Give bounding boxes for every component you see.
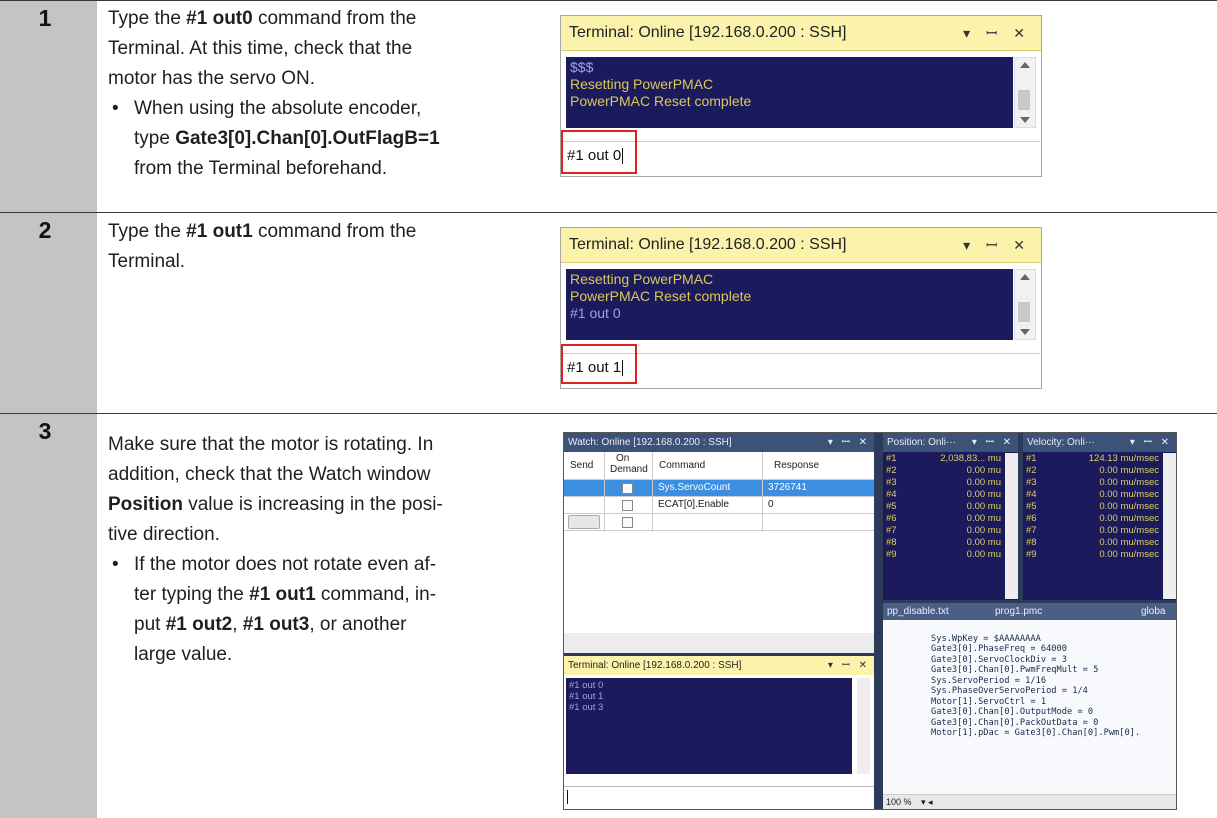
bullet-icon: •	[112, 554, 119, 575]
highlight-box	[561, 344, 637, 384]
bullet-item: • When using the absolute encoder, type …	[108, 94, 548, 184]
tab-global[interactable]: globa	[1141, 603, 1165, 620]
zoom-dropdown-icon[interactable]: ▾ ◂	[921, 795, 933, 809]
scroll-thumb[interactable]	[1018, 302, 1030, 322]
step-number-cell-2: 2	[0, 213, 97, 413]
top-rule	[0, 0, 1217, 1]
scroll-up-icon[interactable]	[1020, 274, 1030, 280]
zoom-level[interactable]: 100 %	[886, 795, 912, 809]
highlight-box	[561, 130, 637, 174]
bullet-icon: •	[112, 98, 119, 119]
terminal-output: Resetting PowerPMAC PowerPMAC Reset comp…	[566, 269, 1013, 340]
list-item: #6 0.00 mu	[886, 513, 1001, 524]
list-item: #4 0.00 mu	[886, 489, 1001, 500]
list-item: #3 0.00 mu	[886, 477, 1001, 488]
table-row[interactable]	[564, 514, 874, 531]
window-controls-icon[interactable]: ▾ ꟷ ✕	[1130, 433, 1172, 452]
list-item: #9 0.00 mu	[886, 549, 1001, 560]
window-controls-icon[interactable]: ▾ ꟷ ✕	[972, 433, 1014, 452]
checkbox	[622, 517, 633, 528]
window-controls-icon[interactable]: ▾ ꟷ ✕	[828, 433, 870, 452]
send-button[interactable]	[568, 515, 600, 529]
window-controls-icon[interactable]: ▾ ꟷ ✕	[963, 228, 1031, 262]
list-item: #2 0.00 mu/msec	[1026, 465, 1159, 476]
velocity-list: #1 124.13 mu/msec #2 0.00 mu/msec #3 0.00 m…	[1023, 453, 1162, 599]
velocity-title: Velocity: Onli··· ▾ ꟷ ✕	[1023, 433, 1176, 452]
watch-pane: Watch: Online [192.168.0.200 : SSH] ▾ ꟷ ✕…	[564, 433, 874, 653]
step-number: 3	[38, 418, 52, 444]
terminal-pane: Terminal: Online [192.168.0.200 : SSH] ▾ …	[564, 656, 874, 809]
step-number-cell-3: 3	[0, 414, 97, 818]
position-list: #1 2,038,83... mu #2 0.00 mu #3 0.00 mu #4 0…	[883, 453, 1004, 599]
scroll-down-icon[interactable]	[1020, 329, 1030, 335]
scroll-up-icon[interactable]	[1020, 62, 1030, 68]
step-2-text: Type the #1 out1 command from the Termin…	[108, 217, 548, 277]
text-line: tive direction.	[108, 524, 220, 545]
list-item: #5 0.00 mu	[886, 501, 1001, 512]
table-row[interactable]: Sys.ServoCount 3726741	[564, 480, 874, 497]
step-number: 1	[38, 5, 52, 31]
step-number: 2	[38, 217, 52, 243]
terminal-title: Terminal: Online [192.168.0.200 : SSH] ▾ …	[564, 656, 874, 675]
checkbox	[622, 500, 633, 511]
tab-pp-disable[interactable]: pp_disable.txt	[887, 603, 949, 620]
position-title: Position: Onli··· ▾ ꟷ ✕	[883, 433, 1018, 452]
list-item: #7 0.00 mu	[886, 525, 1001, 536]
step-1-text: Type the #1 out0 command from the Termin…	[108, 4, 548, 184]
step-3-text: Make sure that the motor is rotating. In…	[108, 430, 548, 670]
scrollbar[interactable]	[1014, 269, 1036, 340]
terminal-window-1: Terminal: Online [192.168.0.200 : SSH] ▾…	[560, 15, 1042, 177]
scrollbar[interactable]	[1014, 57, 1036, 128]
list-item: #8 0.00 mu/msec	[1026, 537, 1159, 548]
terminal-output: $$$ Resetting PowerPMAC PowerPMAC Reset …	[566, 57, 1013, 128]
text-line: Type the #1 out0 command from the	[108, 8, 417, 29]
terminal-output: #1 out 0 #1 out 1 #1 out 3	[566, 678, 852, 774]
watch-header: Send On Demand Command Response	[564, 452, 874, 480]
velocity-pane: Velocity: Onli··· ▾ ꟷ ✕ #1 124.13 mu/msec …	[1023, 433, 1176, 600]
scroll-thumb[interactable]	[1018, 90, 1030, 110]
terminal-window-2: Terminal: Online [192.168.0.200 : SSH] ▾…	[560, 227, 1042, 389]
window-controls-icon[interactable]: ▾ ꟷ ✕	[963, 16, 1031, 50]
position-pane: Position: Onli··· ▾ ꟷ ✕ #1 2,038,83... mu …	[883, 433, 1018, 600]
text-line: Position value is increasing in the posi…	[108, 494, 443, 515]
editor-pane: pp_disable.txt prog1.pmc globa Sys.WpKey…	[883, 603, 1176, 809]
list-item: #8 0.00 mu	[886, 537, 1001, 548]
list-item: #2 0.00 mu	[886, 465, 1001, 476]
list-item: #5 0.00 mu/msec	[1026, 501, 1159, 512]
row-rule-3	[0, 413, 1217, 414]
list-item: #1 124.13 mu/msec	[1026, 453, 1159, 464]
table-row[interactable]: ECAT[0].Enable 0	[564, 497, 874, 514]
list-item: #4 0.00 mu/msec	[1026, 489, 1159, 500]
text-line: motor has the servo ON.	[108, 68, 315, 89]
watch-title: Watch: Online [192.168.0.200 : SSH] ▾ ꟷ ✕	[564, 433, 874, 452]
editor-tabs: pp_disable.txt prog1.pmc globa	[883, 603, 1176, 620]
text-line: Type the #1 out1 command from the	[108, 221, 417, 242]
scrollbar[interactable]	[1005, 453, 1018, 599]
list-item: #7 0.00 mu/msec	[1026, 525, 1159, 536]
list-item: #9 0.00 mu/msec	[1026, 549, 1159, 560]
scrollbar[interactable]	[857, 678, 870, 774]
list-item: #1 2,038,83... mu	[886, 453, 1001, 464]
list-item: #3 0.00 mu/msec	[1026, 477, 1159, 488]
code-editor[interactable]: Sys.WpKey = $AAAAAAAA Gate3[0].PhaseFreq …	[931, 623, 1140, 760]
scroll-down-icon[interactable]	[1020, 117, 1030, 123]
bullet-item: • If the motor does not rotate even af- …	[108, 550, 548, 670]
terminal-title-bar: Terminal: Online [192.168.0.200 : SSH] ▾…	[561, 228, 1041, 263]
window-controls-icon[interactable]: ▾ ꟷ ✕	[828, 656, 870, 675]
list-item: #6 0.00 mu/msec	[1026, 513, 1159, 524]
scrollbar[interactable]	[1163, 453, 1176, 599]
terminal-input[interactable]	[564, 786, 874, 808]
text-line: Terminal. At this time, check that the	[108, 38, 413, 59]
text-line: addition, check that the Watch window	[108, 464, 431, 485]
text-line: Terminal.	[108, 251, 186, 272]
terminal-title: Terminal: Online [192.168.0.200 : SSH]	[569, 236, 847, 253]
text-line: Make sure that the motor is rotating. In	[108, 434, 434, 455]
row-rule-2	[0, 212, 1217, 213]
terminal-title-bar: Terminal: Online [192.168.0.200 : SSH] ▾…	[561, 16, 1041, 51]
ide-screenshot: Watch: Online [192.168.0.200 : SSH] ▾ ꟷ ✕…	[563, 432, 1177, 810]
step-number-cell-1: 1	[0, 1, 97, 212]
tab-prog1[interactable]: prog1.pmc	[995, 603, 1042, 620]
terminal-title: Terminal: Online [192.168.0.200 : SSH]	[569, 24, 847, 41]
